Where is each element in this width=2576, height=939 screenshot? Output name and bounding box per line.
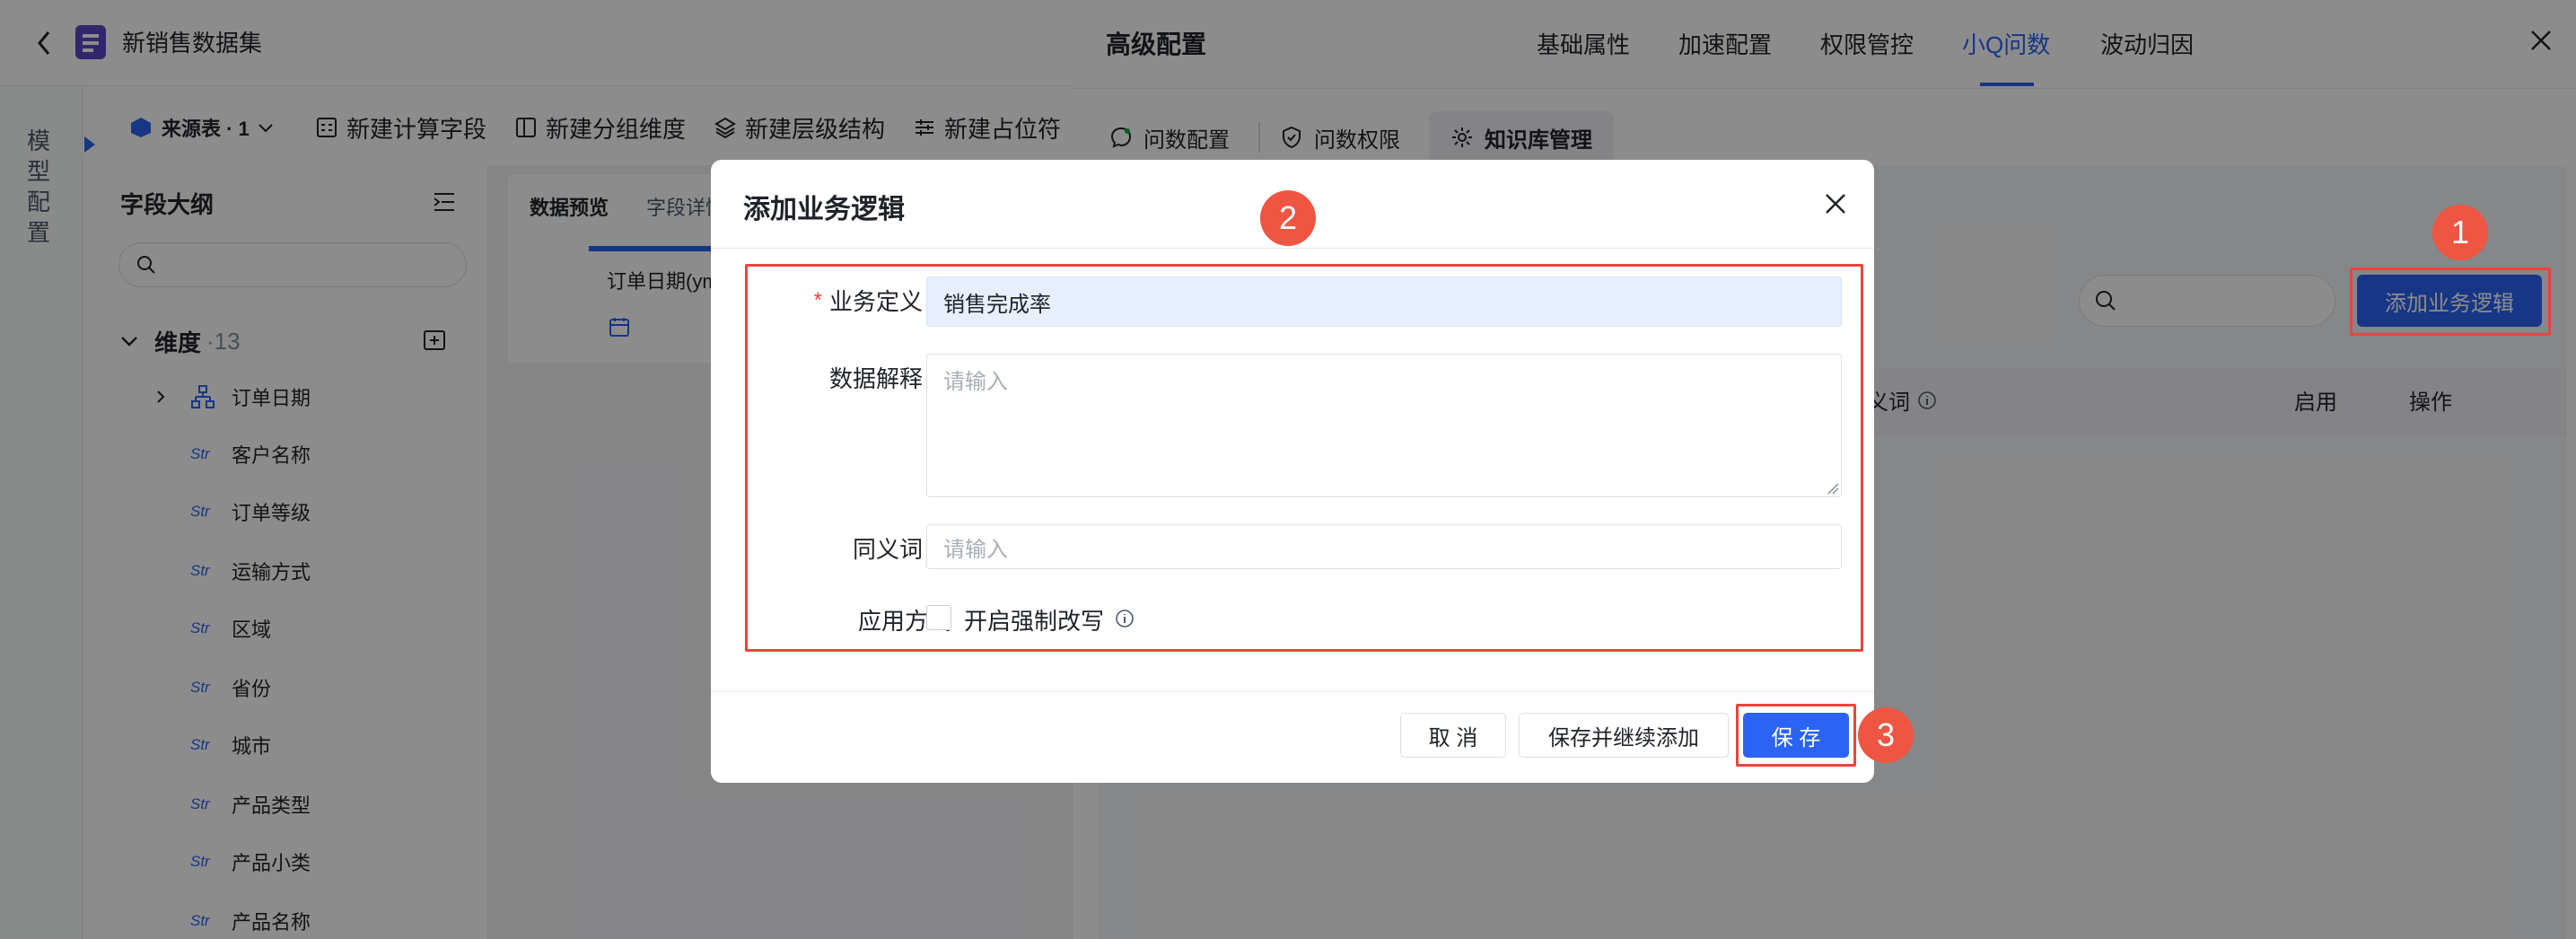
save-and-continue-button[interactable]: 保存并继续添加	[1519, 713, 1729, 758]
annotation-badge-1: 1	[2432, 205, 2488, 260]
dialog-header-divider	[711, 248, 1874, 249]
close-icon[interactable]	[1822, 190, 1849, 217]
annotation-box-1	[2350, 268, 2551, 336]
annotation-badge-2: 2	[1260, 190, 1316, 246]
dialog-title: 添加业务逻辑	[743, 195, 905, 224]
cancel-button[interactable]: 取 消	[1400, 713, 1506, 758]
annotation-badge-3: 3	[1858, 707, 1914, 763]
dialog-footer-divider	[711, 691, 1874, 692]
annotation-box-2	[745, 264, 1863, 652]
annotation-box-3	[1736, 704, 1856, 767]
